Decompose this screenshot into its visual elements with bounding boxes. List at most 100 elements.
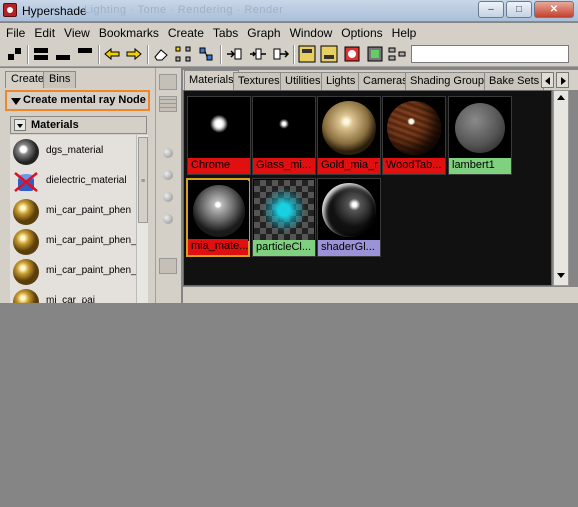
background-window-titles: Lighting · Tome · Rendering · Render (84, 4, 284, 16)
node-item-car-paint-4[interactable]: mi_car_pai (10, 287, 136, 303)
swatch-label: lambert1 (449, 158, 511, 174)
tab-textures[interactable]: Textures (233, 72, 285, 90)
grip-icon: ≡ (141, 178, 146, 185)
show-top-tabs-icon[interactable] (298, 45, 316, 63)
render-node-icon[interactable] (343, 45, 361, 63)
layout-bottom-icon[interactable] (54, 45, 72, 63)
swatch-label: Glass_mi... (253, 158, 315, 174)
gold-preview-icon (319, 98, 379, 158)
gold-sphere-icon (13, 259, 39, 285)
sort-button[interactable] (159, 258, 177, 274)
swatch-glass[interactable]: Glass_mi... (252, 96, 316, 175)
swatch-particle-cloud[interactable]: particleCl... (252, 178, 316, 257)
particle-cloud-preview-icon (254, 180, 314, 240)
menu-bookmarks[interactable]: Bookmarks (99, 26, 159, 40)
swatch-label: WoodTab... (383, 158, 445, 174)
hypershade-app-icon (3, 3, 17, 17)
menu-create[interactable]: Create (168, 26, 204, 40)
collapse-toggle-icon[interactable] (14, 119, 26, 131)
wood-preview-icon (384, 98, 444, 158)
node-label: mi_car_paint_phen_ (46, 265, 136, 276)
minimize-button[interactable]: – (478, 1, 504, 18)
mia-material-preview-icon (189, 181, 249, 241)
swatch-gold[interactable]: Gold_mia_r (317, 96, 381, 175)
swatch-label: Chrome (188, 158, 250, 174)
back-arrow-icon[interactable] (103, 45, 121, 63)
swatch-shader-glow[interactable]: shaderGl... (317, 178, 381, 257)
eraser-icon[interactable] (152, 45, 170, 63)
scroll-down-icon[interactable] (556, 271, 567, 281)
node-list-scrollbar[interactable]: ≡ (136, 135, 148, 303)
tabs-scroll-left-icon[interactable] (541, 72, 554, 88)
layout-top-bottom-icon[interactable] (32, 45, 50, 63)
node-list: dgs_material dielectric_material mi_car_… (10, 135, 136, 303)
maximize-button[interactable]: □ (506, 1, 532, 18)
graph-network-icon[interactable] (174, 45, 192, 63)
menu-options[interactable]: Options (341, 26, 382, 40)
scrollbar-thumb[interactable]: ≡ (138, 137, 148, 223)
menu-bar: File Edit View Bookmarks Create Tabs Gra… (0, 23, 578, 42)
tabs-scroll-right-icon[interactable] (556, 72, 569, 88)
swatch-label: Gold_mia_r (318, 158, 380, 174)
close-button[interactable]: ✕ (534, 1, 574, 18)
side-button-column (155, 68, 181, 303)
node-label: mi_car_paint_phen_ (46, 235, 136, 246)
scene-layout-icon[interactable] (6, 45, 24, 63)
menu-graph[interactable]: Graph (247, 26, 280, 40)
small-sphere-icon[interactable] (163, 214, 173, 224)
swatch-grid-scrollbar[interactable] (553, 90, 569, 286)
grid-view-button[interactable] (159, 96, 177, 112)
menu-window[interactable]: Window (290, 26, 333, 40)
swatch-label: mia_mate... (188, 239, 248, 255)
menu-tabs[interactable]: Tabs (213, 26, 238, 40)
swatch-chrome[interactable]: Chrome (187, 96, 251, 175)
graph-connections-icon[interactable] (197, 45, 215, 63)
node-item-dgs-material[interactable]: dgs_material (10, 137, 136, 167)
node-label: dgs_material (46, 145, 104, 156)
materials-section-label: Materials (31, 119, 79, 131)
swatch-label: particleCl... (253, 240, 315, 256)
tab-utilities[interactable]: Utilities (280, 72, 326, 90)
output-connections-icon[interactable] (272, 45, 290, 63)
forward-arrow-icon[interactable] (125, 45, 143, 63)
tab-materials[interactable]: Materials (184, 70, 239, 90)
materials-section-header[interactable]: Materials (10, 116, 147, 134)
work-area-bottom-bar (183, 287, 578, 303)
swatch-label: shaderGl... (318, 240, 380, 256)
node-item-car-paint-3[interactable]: mi_car_paint_phen_ (10, 257, 136, 287)
tab-bake-sets[interactable]: Bake Sets (484, 72, 545, 90)
work-area-tabs: Materials Textures Utilities Lights Came… (183, 70, 578, 90)
small-sphere-icon[interactable] (163, 192, 173, 202)
glass-preview-icon (254, 98, 314, 158)
swatch-lambert1[interactable]: lambert1 (448, 96, 512, 175)
side-toggle-button[interactable] (159, 74, 177, 90)
swatch-wood[interactable]: WoodTab... (382, 96, 446, 175)
menu-file[interactable]: File (6, 26, 25, 40)
tab-bins[interactable]: Bins (43, 71, 77, 88)
tab-shading-groups[interactable]: Shading Groups (405, 72, 495, 90)
node-label: dielectric_material (46, 175, 127, 186)
mouse-cursor-icon: ⁘ (80, 294, 89, 305)
search-input[interactable] (411, 45, 569, 63)
small-sphere-icon[interactable] (163, 148, 173, 158)
dgs-sphere-icon (13, 139, 39, 165)
create-mental-ray-node-dropdown[interactable]: Create mental ray Node (5, 90, 150, 111)
layout-top-icon[interactable] (76, 45, 94, 63)
menu-view[interactable]: View (64, 26, 90, 40)
node-item-car-paint-2[interactable]: mi_car_paint_phen_ (10, 227, 136, 257)
gold-sphere-icon (13, 199, 39, 225)
menu-edit[interactable]: Edit (34, 26, 55, 40)
arrange-nodes-icon[interactable] (388, 45, 406, 63)
menu-help[interactable]: Help (392, 26, 417, 40)
small-sphere-icon[interactable] (163, 170, 173, 180)
tab-lights[interactable]: Lights (321, 72, 361, 90)
show-bottom-tabs-icon[interactable] (320, 45, 338, 63)
node-item-dielectric-material[interactable]: dielectric_material (10, 167, 136, 197)
node-item-car-paint-1[interactable]: mi_car_paint_phen (10, 197, 136, 227)
input-connections-icon[interactable] (225, 45, 243, 63)
input-output-connections-icon[interactable] (249, 45, 267, 63)
node-label: mi_car_paint_phen (46, 205, 132, 216)
swatch-mia-material[interactable]: mia_mate... (186, 178, 250, 257)
scroll-up-icon[interactable] (556, 93, 567, 103)
shading-network-icon[interactable] (366, 45, 384, 63)
